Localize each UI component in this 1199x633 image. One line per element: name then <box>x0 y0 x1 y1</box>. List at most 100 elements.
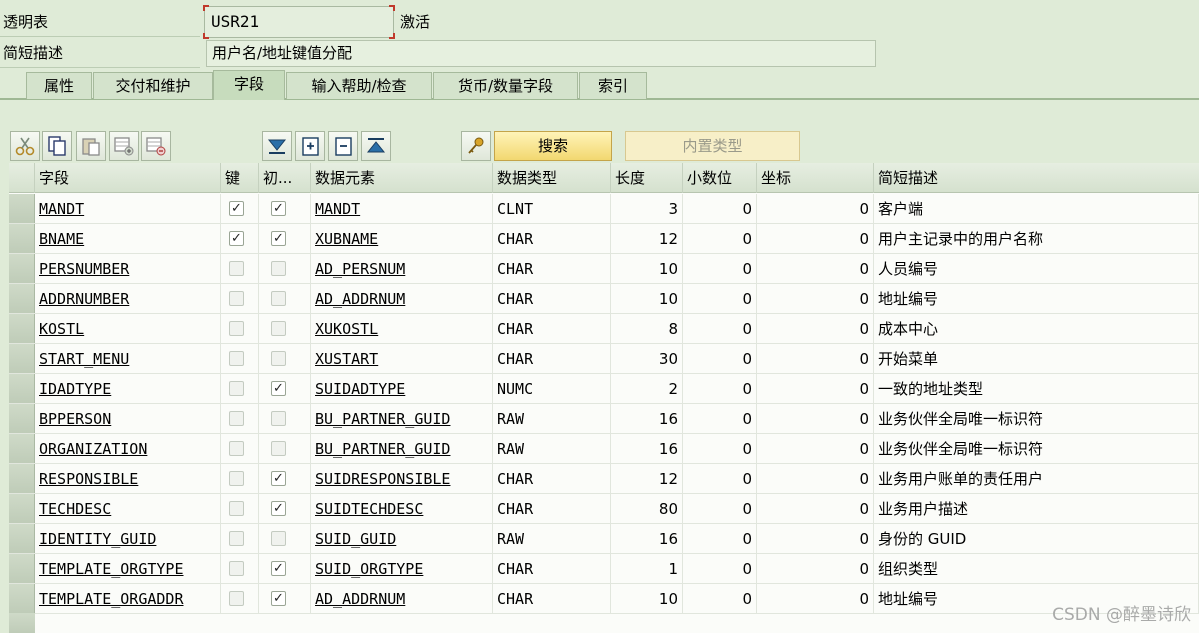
move-up-icon[interactable] <box>361 131 391 161</box>
initial-checkbox[interactable] <box>271 531 286 546</box>
key-checkbox[interactable]: ✓ <box>229 201 244 216</box>
row-selector[interactable] <box>9 374 35 403</box>
col-decimals-header[interactable]: 小数位 <box>683 163 757 193</box>
tab-currency-quantity[interactable]: 货币/数量字段 <box>433 72 578 99</box>
table-row[interactable]: START_MENU XUSTART CHAR 30 0 0 开始菜单 <box>9 344 1199 374</box>
delete-row-icon[interactable] <box>141 131 171 161</box>
key-checkbox[interactable] <box>229 561 244 576</box>
table-row[interactable]: KOSTL XUKOSTL CHAR 8 0 0 成本中心 <box>9 314 1199 344</box>
builtin-type-button[interactable]: 内置类型 <box>625 131 800 161</box>
initial-checkbox[interactable]: ✓ <box>271 231 286 246</box>
initial-checkbox[interactable] <box>271 321 286 336</box>
field-name-link[interactable]: PERSNUMBER <box>35 254 221 284</box>
data-element-link[interactable]: SUID_GUID <box>311 524 493 554</box>
data-element-link[interactable]: XUBNAME <box>311 224 493 254</box>
field-name-link[interactable]: BNAME <box>35 224 221 254</box>
row-selector[interactable] <box>9 434 35 463</box>
table-row[interactable]: TECHDESC ✓ SUIDTECHDESC CHAR 80 0 0 业务用户描述 <box>9 494 1199 524</box>
row-selector[interactable] <box>9 254 35 283</box>
insert-row-icon[interactable] <box>109 131 139 161</box>
tab-indexes[interactable]: 索引 <box>579 72 647 99</box>
field-name-link[interactable]: TECHDESC <box>35 494 221 524</box>
data-element-link[interactable]: BU_PARTNER_GUID <box>311 404 493 434</box>
row-selector[interactable] <box>9 524 35 553</box>
initial-checkbox[interactable]: ✓ <box>271 381 286 396</box>
table-row[interactable]: PERSNUMBER AD_PERSNUM CHAR 10 0 0 人员编号 <box>9 254 1199 284</box>
key-checkbox[interactable]: ✓ <box>229 231 244 246</box>
row-selector[interactable] <box>9 284 35 313</box>
initial-checkbox[interactable] <box>271 441 286 456</box>
field-name-link[interactable]: ORGANIZATION <box>35 434 221 464</box>
col-init-header[interactable]: 初... <box>259 163 311 193</box>
cut-icon[interactable] <box>10 131 40 161</box>
key-checkbox[interactable] <box>229 321 244 336</box>
data-element-link[interactable]: SUIDADTYPE <box>311 374 493 404</box>
tab-fields[interactable]: 字段 <box>213 70 285 100</box>
data-element-link[interactable]: AD_ADDRNUM <box>311 584 493 614</box>
key-checkbox[interactable] <box>229 471 244 486</box>
field-name-link[interactable]: KOSTL <box>35 314 221 344</box>
row-selector[interactable] <box>9 344 35 373</box>
field-name-link[interactable]: IDADTYPE <box>35 374 221 404</box>
initial-checkbox[interactable]: ✓ <box>271 201 286 216</box>
row-selector[interactable] <box>9 494 35 523</box>
key-checkbox[interactable] <box>229 411 244 426</box>
data-element-link[interactable]: SUID_ORGTYPE <box>311 554 493 584</box>
data-element-link[interactable]: SUIDRESPONSIBLE <box>311 464 493 494</box>
tab-delivery-maintenance[interactable]: 交付和维护 <box>93 72 213 99</box>
copy-icon[interactable] <box>42 131 72 161</box>
field-name-link[interactable]: MANDT <box>35 194 221 224</box>
field-name-link[interactable]: IDENTITY_GUID <box>35 524 221 554</box>
initial-checkbox[interactable]: ✓ <box>271 561 286 576</box>
data-element-link[interactable]: AD_ADDRNUM <box>311 284 493 314</box>
data-element-link[interactable]: MANDT <box>311 194 493 224</box>
table-row[interactable]: ADDRNUMBER AD_ADDRNUM CHAR 10 0 0 地址编号 <box>9 284 1199 314</box>
initial-checkbox[interactable]: ✓ <box>271 591 286 606</box>
table-row[interactable]: IDENTITY_GUID SUID_GUID RAW 16 0 0 身份的 GUID <box>9 524 1199 554</box>
initial-checkbox[interactable] <box>271 261 286 276</box>
field-name-link[interactable]: TEMPLATE_ORGTYPE <box>35 554 221 584</box>
initial-checkbox[interactable] <box>271 291 286 306</box>
table-name-field[interactable]: USR21 <box>203 5 395 39</box>
tab-attributes[interactable]: 属性 <box>26 72 92 99</box>
data-element-link[interactable]: SUIDTECHDESC <box>311 494 493 524</box>
short-desc-field[interactable]: 用户名/地址键值分配 <box>206 40 876 67</box>
table-row[interactable]: BPPERSON BU_PARTNER_GUID RAW 16 0 0 业务伙伴全局唯一标识… <box>9 404 1199 434</box>
table-row[interactable]: MANDT ✓ ✓ MANDT CLNT 3 0 0 客户端 <box>9 194 1199 224</box>
initial-checkbox[interactable] <box>271 351 286 366</box>
key-checkbox[interactable] <box>229 501 244 516</box>
move-down-icon[interactable] <box>262 131 292 161</box>
row-selector[interactable] <box>9 194 35 223</box>
col-field-header[interactable]: 字段 <box>35 163 221 193</box>
field-name-link[interactable]: ADDRNUMBER <box>35 284 221 314</box>
row-selector[interactable] <box>9 404 35 433</box>
select-all-cell[interactable] <box>9 163 35 193</box>
key-help-icon[interactable] <box>461 131 491 161</box>
expand-icon[interactable] <box>295 131 325 161</box>
field-name-link[interactable]: TEMPLATE_ORGADDR <box>35 584 221 614</box>
table-row[interactable]: ORGANIZATION BU_PARTNER_GUID RAW 16 0 0 业务伙伴全局… <box>9 434 1199 464</box>
key-checkbox[interactable] <box>229 591 244 606</box>
table-row[interactable]: BNAME ✓ ✓ XUBNAME CHAR 12 0 0 用户主记录中的用户名称 <box>9 224 1199 254</box>
key-checkbox[interactable] <box>229 531 244 546</box>
data-element-link[interactable]: BU_PARTNER_GUID <box>311 434 493 464</box>
initial-checkbox[interactable]: ✓ <box>271 471 286 486</box>
key-checkbox[interactable] <box>229 291 244 306</box>
col-data-type-header[interactable]: 数据类型 <box>493 163 611 193</box>
collapse-icon[interactable] <box>328 131 358 161</box>
row-selector[interactable] <box>9 554 35 583</box>
key-checkbox[interactable] <box>229 261 244 276</box>
table-row[interactable]: RESPONSIBLE ✓ SUIDRESPONSIBLE CHAR 12 0 0 业务用户账… <box>9 464 1199 494</box>
key-checkbox[interactable] <box>229 351 244 366</box>
col-length-header[interactable]: 长度 <box>611 163 683 193</box>
field-name-link[interactable]: BPPERSON <box>35 404 221 434</box>
field-name-link[interactable]: START_MENU <box>35 344 221 374</box>
table-row[interactable]: TEMPLATE_ORGADDR ✓ AD_ADDRNUM CHAR 10 0 0 地址编号 <box>9 584 1199 614</box>
search-button[interactable]: 搜索 <box>494 131 612 161</box>
row-selector[interactable] <box>9 314 35 343</box>
col-desc-header[interactable]: 简短描述 <box>874 163 1199 193</box>
col-key-header[interactable]: 键 <box>221 163 259 193</box>
table-row[interactable]: TEMPLATE_ORGTYPE ✓ SUID_ORGTYPE CHAR 1 0 0 组织类型 <box>9 554 1199 584</box>
key-checkbox[interactable] <box>229 441 244 456</box>
initial-checkbox[interactable]: ✓ <box>271 501 286 516</box>
